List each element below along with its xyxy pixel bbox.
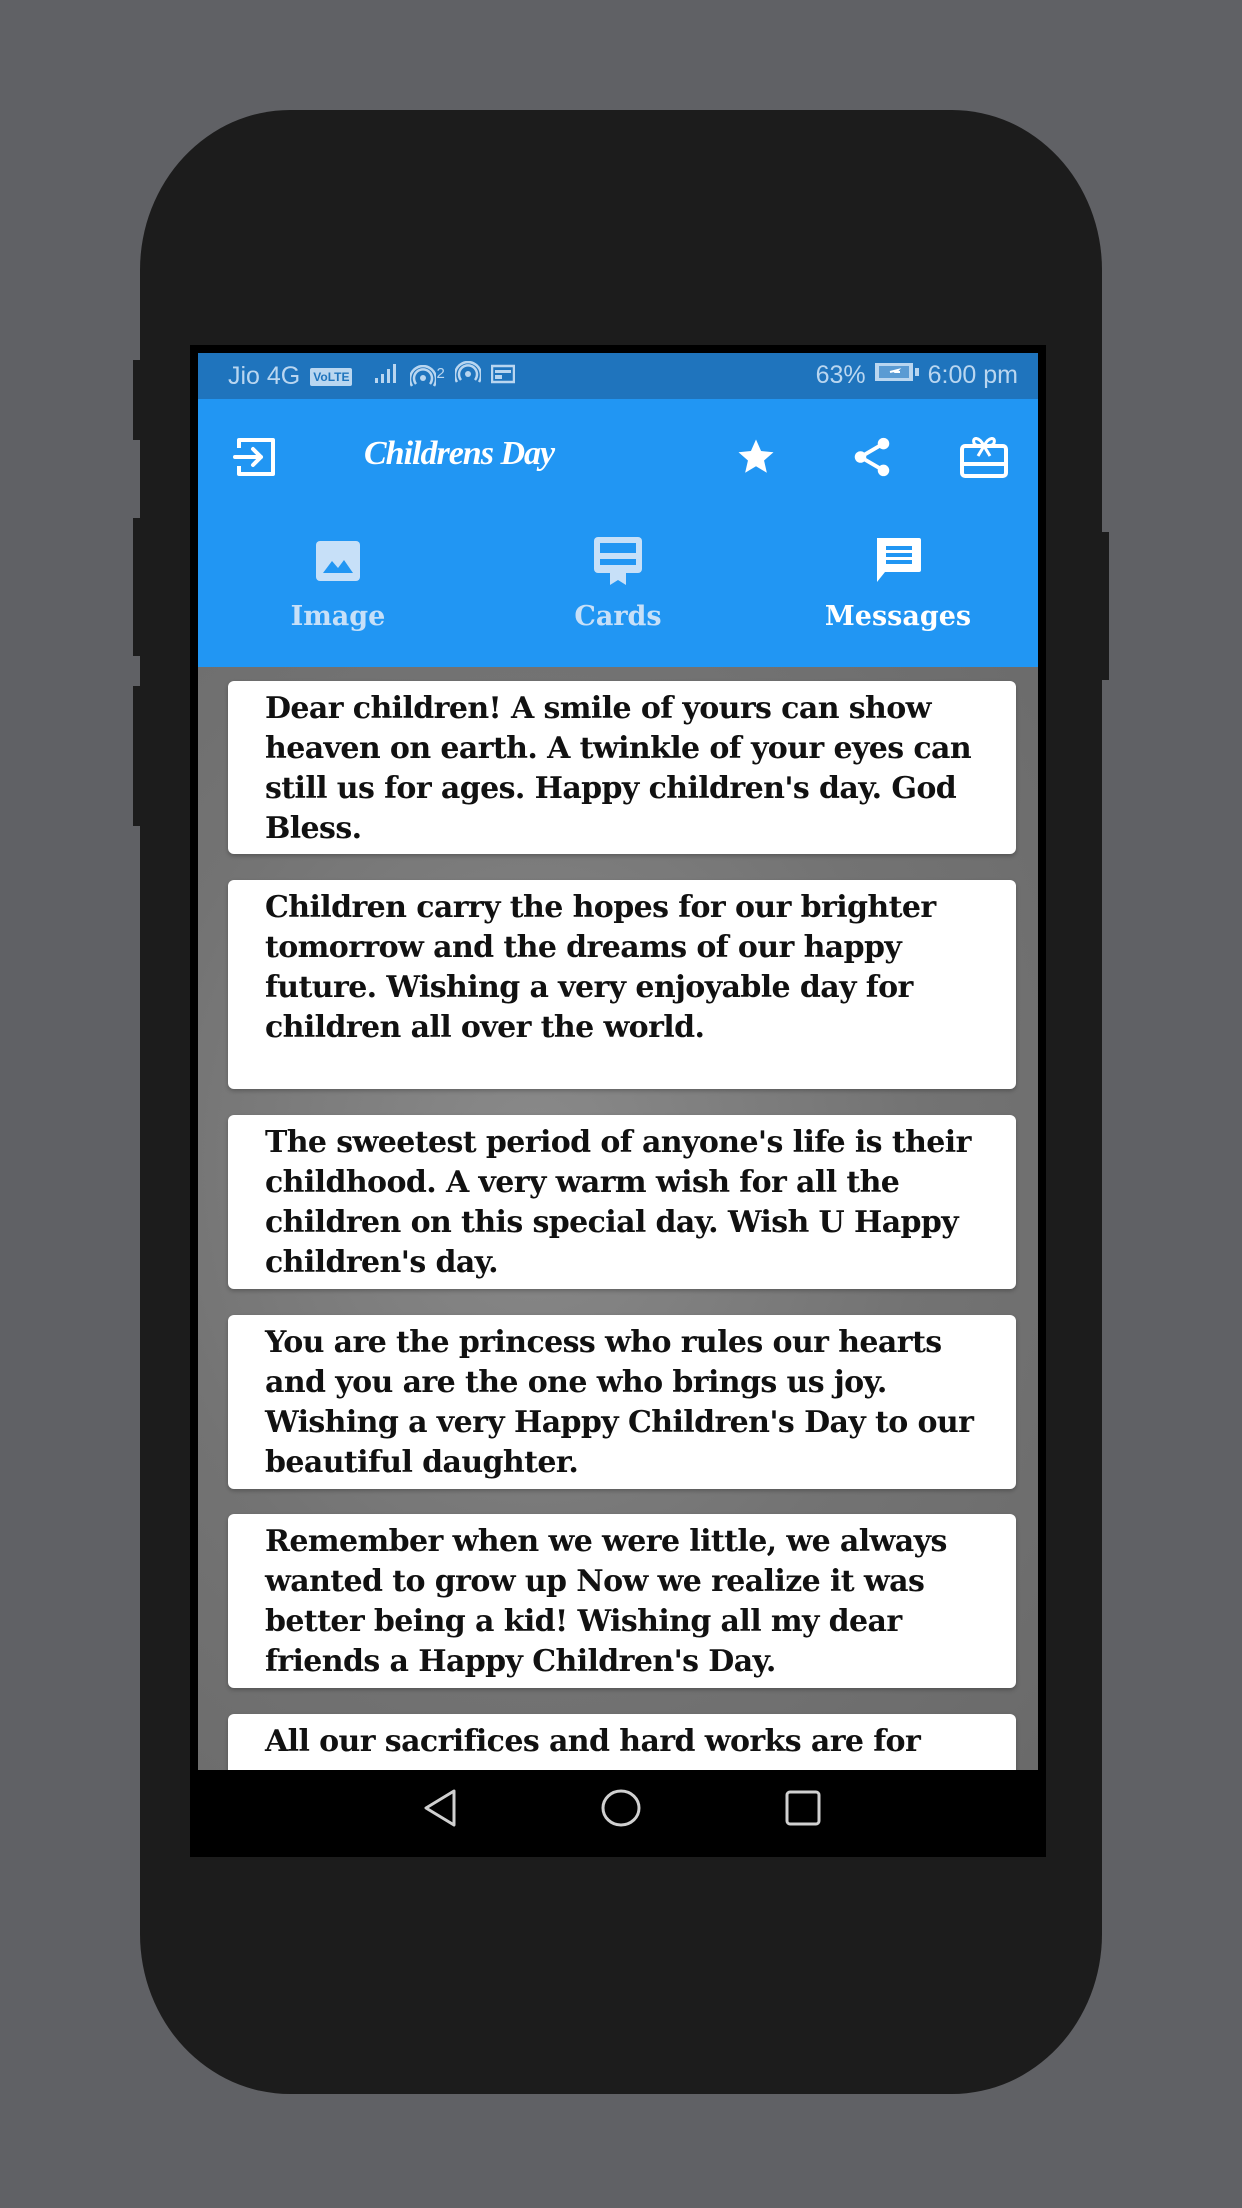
message-card[interactable]: You are the princess who rules our heart… (228, 1315, 1016, 1489)
volte-badge: VoLTE (310, 367, 353, 386)
tab-messages-label: Messages (824, 601, 972, 632)
tab-image[interactable]: Image (198, 517, 478, 667)
message-text: The sweetest period of anyone's life is … (265, 1125, 971, 1280)
share-button[interactable] (844, 431, 900, 487)
wifi-hotspot-icon (453, 360, 482, 392)
recents-button[interactable] (778, 1788, 828, 1832)
home-button[interactable] (596, 1788, 646, 1832)
navigation-bar (198, 1770, 1038, 1849)
tab-image-label: Image (290, 601, 386, 632)
message-text: Remember when we were little, we always … (265, 1524, 947, 1679)
battery-icon (874, 361, 920, 390)
recents-icon (784, 1789, 822, 1832)
share-icon (849, 434, 895, 485)
battery-percent: 63% (815, 361, 866, 389)
hotspot-count: 2 (436, 364, 445, 382)
message-text: Children carry the hopes for our brighte… (265, 890, 936, 1045)
message-card[interactable]: Dear children! A smile of yours can show… (228, 681, 1016, 854)
message-card[interactable]: All our sacrifices and hard works are fo… (228, 1714, 1016, 1770)
volume-up-button (133, 360, 143, 440)
power-button (1099, 532, 1109, 680)
back-button[interactable] (415, 1788, 465, 1832)
app-screen: Jio 4G VoLTE 2 63% 6:00 pm Childrens Day… (198, 353, 1038, 1770)
tab-messages[interactable]: Messages (758, 517, 1038, 667)
back-icon (422, 1788, 458, 1833)
favorite-button[interactable] (728, 431, 784, 487)
message-card[interactable]: Children carry the hopes for our brighte… (228, 880, 1016, 1089)
tab-bar: Image Cards Messages (198, 517, 1038, 832)
bixby-button (133, 686, 143, 826)
exit-button[interactable] (228, 431, 284, 487)
hotspot-icon: 2 (410, 364, 445, 389)
exit-icon (233, 436, 279, 483)
gift-card-icon (959, 434, 1009, 485)
app-bar: Childrens Day (198, 399, 1038, 517)
tab-cards-label: Cards (574, 601, 662, 632)
clock: 6:00 pm (927, 361, 1018, 389)
message-text: You are the princess who rules our heart… (265, 1325, 974, 1480)
home-icon (600, 1788, 642, 1833)
status-bar: Jio 4G VoLTE 2 63% 6:00 pm (198, 353, 1038, 399)
card-icon (592, 535, 644, 587)
notification-icon (490, 362, 516, 391)
star-icon (735, 436, 777, 483)
message-card[interactable]: Remember when we were little, we always … (228, 1514, 1016, 1688)
tab-cards[interactable]: Cards (478, 517, 758, 667)
message-text: Dear children! A smile of yours can show… (265, 691, 972, 846)
message-text: All our sacrifices and hard works are fo… (265, 1724, 921, 1759)
message-list[interactable]: Dear children! A smile of yours can show… (198, 667, 1038, 1770)
signal-icon (374, 362, 400, 391)
message-card[interactable]: The sweetest period of anyone's life is … (228, 1115, 1016, 1289)
carrier-label: Jio 4G (228, 362, 301, 390)
gift-card-button[interactable] (956, 431, 1012, 487)
volume-down-button (133, 518, 143, 656)
message-icon (873, 535, 923, 587)
app-title: Childrens Day (364, 435, 555, 472)
image-icon (314, 535, 362, 587)
